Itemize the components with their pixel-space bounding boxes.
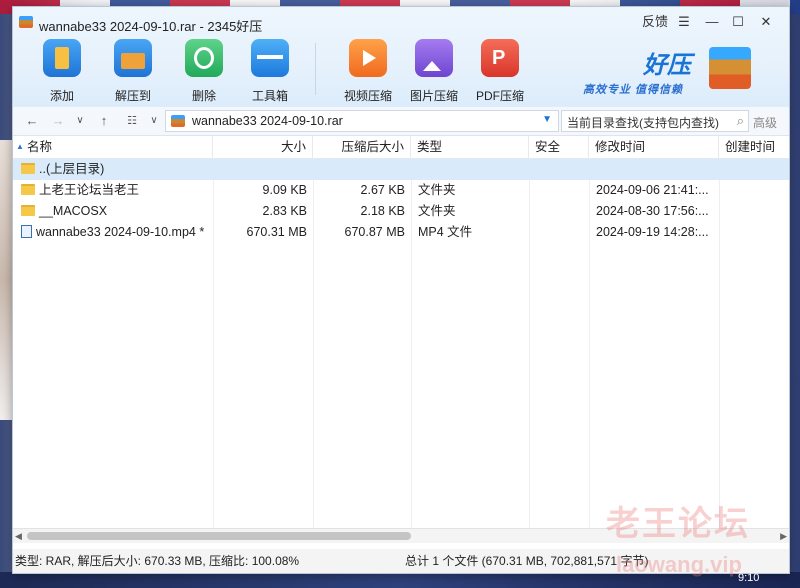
feedback-button[interactable]: 反馈 <box>641 12 669 32</box>
toolbox-button[interactable]: 工具箱 <box>242 39 298 104</box>
window-header: wannabe33 2024-09-10.rar - 2345好压 反馈 ☰ —… <box>13 7 789 107</box>
add-label: 添加 <box>49 89 74 103</box>
video-icon <box>349 39 387 77</box>
pdf-compress-button[interactable]: P PDF压缩 <box>472 39 528 104</box>
file-name: wannabe33 2024-09-10.mp4 * <box>36 225 205 239</box>
file-size: 670.31 MB <box>246 225 307 239</box>
minimize-button[interactable]: — <box>703 12 721 32</box>
toolbox-icon <box>251 39 289 77</box>
image-icon <box>415 39 453 77</box>
sort-arrow-icon: ▲ <box>16 142 24 151</box>
window-title: wannabe33 2024-09-10.rar - 2345好压 <box>39 19 263 34</box>
file-size: 2.83 KB <box>262 204 307 218</box>
column-size[interactable]: 大小 <box>213 136 313 158</box>
column-type[interactable]: 类型 <box>411 136 529 158</box>
image-compress-button[interactable]: 图片压缩 <box>406 39 462 104</box>
archive-icon <box>171 115 185 127</box>
pdf-compress-label: PDF压缩 <box>475 89 524 103</box>
status-total: 总计 1 个文件 (670.31 MB, 702,881,571 字节) <box>405 554 649 568</box>
table-row[interactable]: ..(上层目录) <box>13 159 789 180</box>
column-safety[interactable]: 安全 <box>529 136 589 158</box>
file-modified: 2024-08-30 17:56:... <box>596 204 709 218</box>
column-name[interactable]: ▲ 名称 <box>13 136 213 158</box>
watermark-text: 老王论坛 <box>606 505 750 543</box>
path-dropdown-icon[interactable]: ▼ <box>542 114 552 125</box>
file-type: MP4 文件 <box>418 225 473 239</box>
toolbar-separator <box>315 43 316 95</box>
file-type: 文件夹 <box>418 204 456 218</box>
view-dropdown-icon[interactable]: ∨ <box>145 112 163 130</box>
advanced-search-link[interactable]: 高级 <box>753 114 777 131</box>
search-placeholder: 当前目录查找(支持包内查找) <box>567 116 719 130</box>
view-mode-icon[interactable]: ☷ <box>123 112 141 130</box>
table-row[interactable]: 上老王论坛当老王 9.09 KB 2.67 KB 文件夹 2024-09-06 … <box>13 180 789 201</box>
scrollbar-thumb[interactable] <box>27 532 411 540</box>
video-file-icon <box>21 225 32 238</box>
search-input[interactable]: 当前目录查找(支持包内查找) ⌕ <box>561 110 749 132</box>
taskbar-clock: 9:10 <box>738 572 760 584</box>
table-row[interactable]: __MACOSX 2.83 KB 2.18 KB 文件夹 2024-08-30 … <box>13 201 789 222</box>
add-button[interactable]: 添加 <box>34 39 90 104</box>
video-compress-button[interactable]: 视频压缩 <box>340 39 396 104</box>
extract-to-label: 解压到 <box>114 89 151 103</box>
video-compress-label: 视频压缩 <box>343 89 392 103</box>
maximize-button[interactable]: ☐ <box>729 12 747 32</box>
delete-label: 删除 <box>191 89 216 103</box>
app-logo-icon <box>19 16 33 28</box>
file-modified: 2024-09-06 21:41:... <box>596 183 709 197</box>
search-icon[interactable]: ⌕ <box>737 113 744 129</box>
delete-button[interactable]: 删除 <box>176 39 232 104</box>
path-text: wannabe33 2024-09-10.rar <box>192 114 343 128</box>
pdf-icon: P <box>481 39 519 77</box>
brand-slogan: 高效专业 值得信赖 <box>583 84 684 96</box>
file-packed-size: 670.87 MB <box>344 225 405 239</box>
folder-icon <box>21 184 35 195</box>
folder-icon <box>21 205 35 216</box>
path-field[interactable]: wannabe33 2024-09-10.rar ▼ <box>165 110 559 132</box>
column-modified[interactable]: 修改时间 <box>589 136 719 158</box>
folder-icon <box>21 163 35 174</box>
toolbox-label: 工具箱 <box>251 89 288 103</box>
column-packed-size[interactable]: 压缩后大小 <box>313 136 411 158</box>
brand-area: 好压 高效专业 值得信赖 <box>583 43 783 103</box>
file-size: 9.09 KB <box>262 183 307 197</box>
image-compress-label: 图片压缩 <box>409 89 458 103</box>
file-name: __MACOSX <box>39 204 108 218</box>
column-created[interactable]: 创建时间 <box>719 136 789 158</box>
add-icon <box>43 39 81 77</box>
column-header-row: ▲ 名称 大小 压缩后大小 类型 安全 修改时间 创建时间 <box>13 136 789 159</box>
app-window: wannabe33 2024-09-10.rar - 2345好压 反馈 ☰ —… <box>12 6 790 574</box>
file-type: 文件夹 <box>418 183 456 197</box>
desktop-background-left <box>0 140 12 420</box>
file-packed-size: 2.18 KB <box>360 204 405 218</box>
status-archive-info: 类型: RAR, 解压后大小: 670.33 MB, 压缩比: 100.08% <box>15 554 300 568</box>
history-dropdown-icon[interactable]: ∨ <box>71 112 89 130</box>
menu-icon[interactable]: ☰ <box>675 12 693 32</box>
watermark-url: laowang.vip <box>616 552 742 577</box>
scroll-left-icon[interactable]: ◀ <box>15 529 22 543</box>
extract-icon <box>114 39 152 77</box>
scroll-right-icon[interactable]: ▶ <box>780 529 787 543</box>
close-button[interactable]: ✕ <box>757 12 775 32</box>
file-packed-size: 2.67 KB <box>360 183 405 197</box>
file-list: ▲ 名称 大小 压缩后大小 类型 安全 修改时间 创建时间 ..(上层目录) 上… <box>13 136 789 528</box>
table-row[interactable]: wannabe33 2024-09-10.mp4 * 670.31 MB 670… <box>13 222 789 243</box>
up-arrow-icon[interactable]: ↑ <box>95 112 113 130</box>
file-name: 上老王论坛当老王 <box>39 183 140 197</box>
back-arrow-icon[interactable]: ← <box>23 112 41 130</box>
file-modified: 2024-09-19 14:28:... <box>596 225 709 239</box>
forward-arrow-icon[interactable]: → <box>49 112 67 130</box>
extract-to-button[interactable]: 解压到 <box>105 39 161 104</box>
brand-logo-icon <box>709 47 751 89</box>
brand-name: 好压 <box>643 52 691 79</box>
recycle-icon <box>185 39 223 77</box>
address-bar: ← → ∨ ↑ ☷ ∨ wannabe33 2024-09-10.rar ▼ 当… <box>13 107 789 136</box>
column-name-label: 名称 <box>27 140 53 154</box>
file-name: ..(上层目录) <box>39 162 105 176</box>
